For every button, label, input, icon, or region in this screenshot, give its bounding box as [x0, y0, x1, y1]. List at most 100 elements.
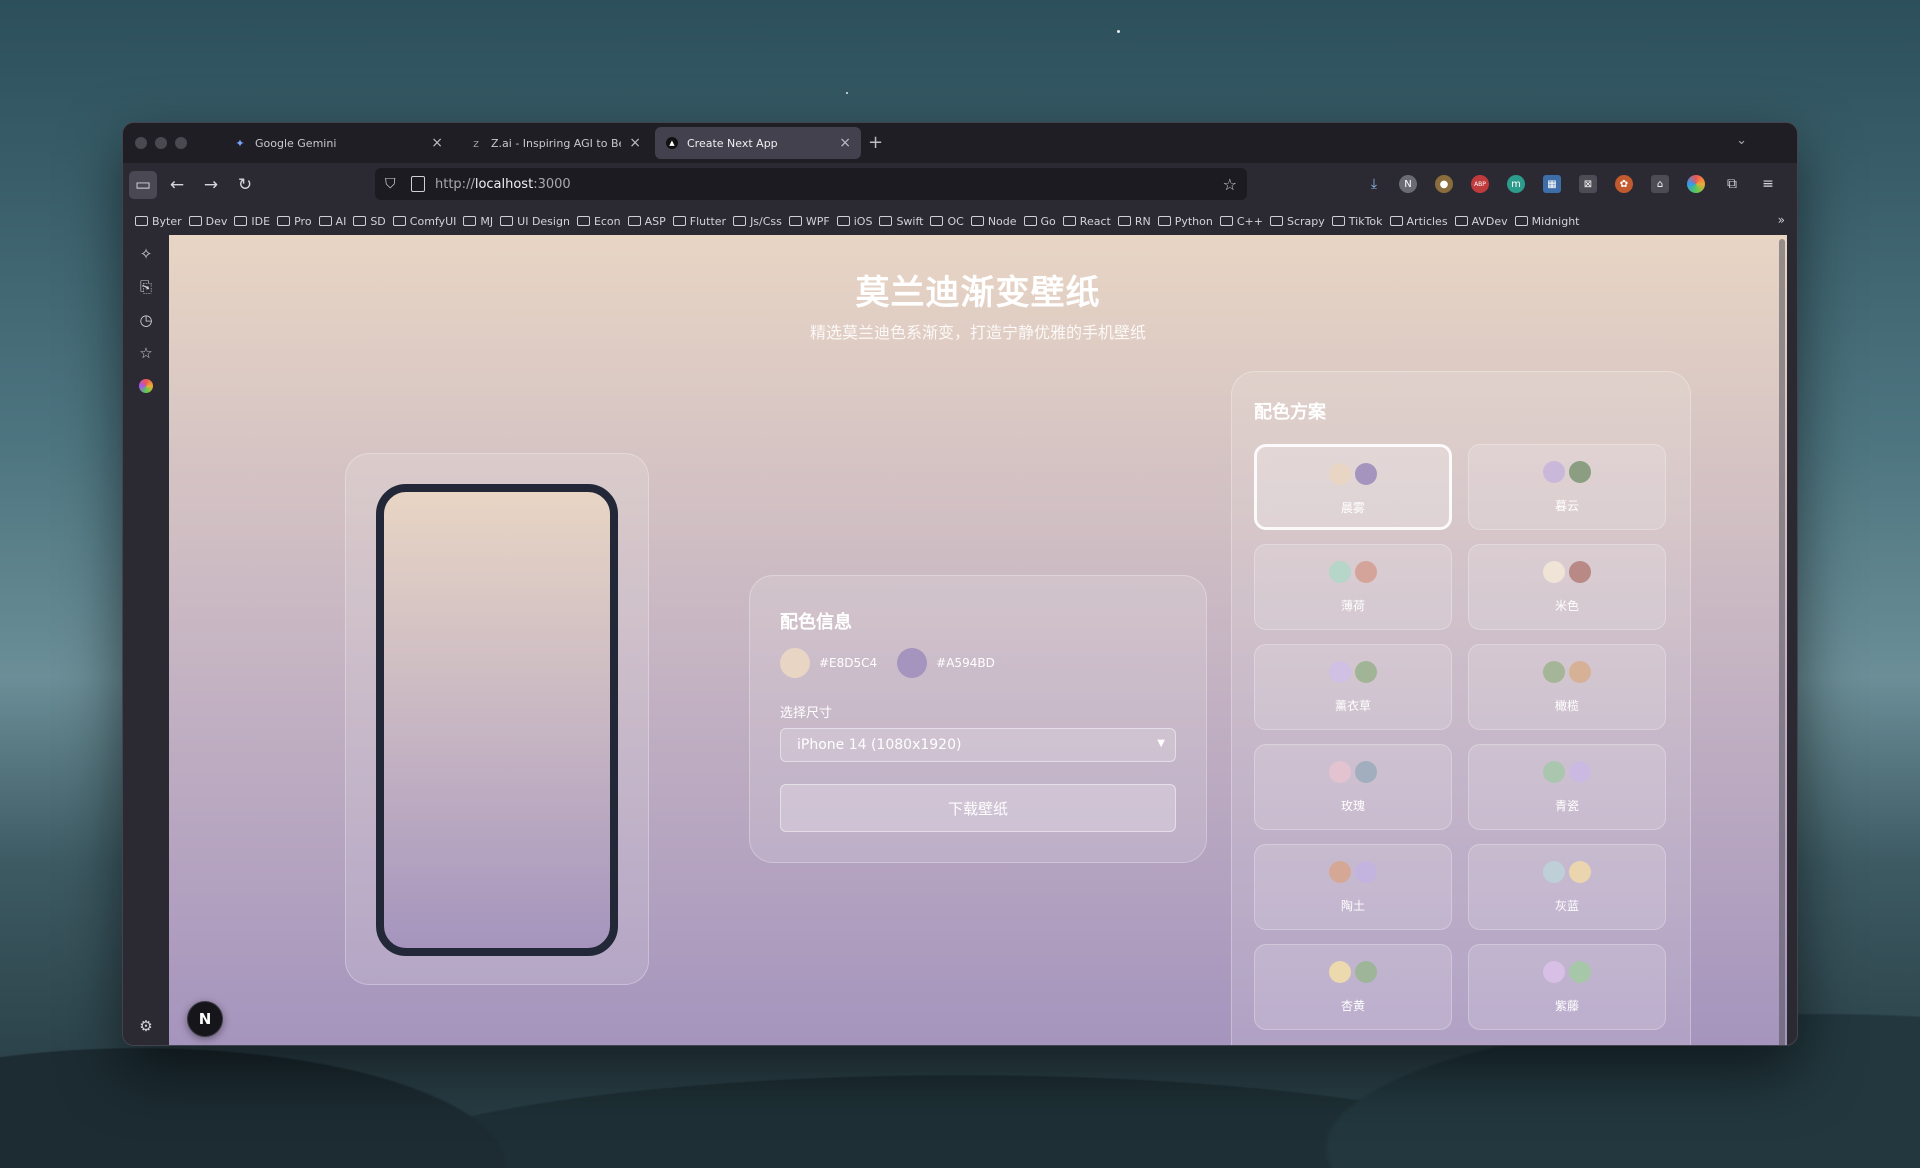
bookmark-folder[interactable]: OC	[930, 215, 964, 228]
bookmark-folder[interactable]: Swift	[879, 215, 923, 228]
bookmark-folder[interactable]: Node	[970, 215, 1017, 228]
scheme-color-dot	[1355, 561, 1377, 583]
scheme-card[interactable]: 米色	[1468, 544, 1666, 630]
scheme-card[interactable]: 晨雾	[1254, 444, 1452, 530]
ai-chatbot-sparkle-icon[interactable]: ✧	[135, 243, 157, 265]
maximize-window-button[interactable]	[175, 137, 187, 149]
download-wallpaper-button[interactable]: 下载壁纸	[780, 784, 1176, 832]
bookmarks-toolbar: Byter Dev IDE Pro AI SD ComfyUI MJ UI De…	[123, 207, 1797, 235]
bookmark-folder[interactable]: React	[1062, 215, 1111, 228]
bookmark-folder[interactable]: WPF	[788, 215, 830, 228]
chevron-down-icon: ▼	[1157, 738, 1165, 749]
sidebar-toggle-icon[interactable]: ▭	[129, 171, 157, 199]
bookmark-folder[interactable]: UI Design	[500, 215, 570, 228]
bookmark-folder[interactable]: AI	[318, 215, 346, 228]
notion-icon[interactable]: N	[1399, 175, 1417, 193]
scheme-card[interactable]: 暮云	[1468, 444, 1666, 530]
bookmark-folder[interactable]: AVDev	[1454, 215, 1508, 228]
bookmark-folder[interactable]: Pro	[277, 215, 312, 228]
close-tab-icon[interactable]: ×	[431, 135, 443, 151]
extension-icon[interactable]: ✿	[1615, 175, 1633, 193]
folder-icon	[672, 216, 686, 226]
bookmark-folder[interactable]: Python	[1157, 215, 1213, 228]
adblock-icon[interactable]: ABP	[1471, 175, 1489, 193]
scheme-card[interactable]: 杏黄	[1254, 944, 1452, 1030]
bookmark-folder[interactable]: Go	[1023, 215, 1056, 228]
page-info-icon[interactable]	[411, 176, 425, 192]
scheme-card[interactable]: 灰蓝	[1468, 844, 1666, 930]
address-bar[interactable]: ⛉ http://localhost:3000 ☆	[375, 168, 1247, 200]
nextjs-dev-tools-badge[interactable]: N	[187, 1001, 223, 1037]
folder-icon	[463, 216, 477, 226]
bookmark-folder[interactable]: ComfyUI	[392, 215, 456, 228]
extension-sidebar-icon[interactable]	[135, 375, 157, 397]
close-window-button[interactable]	[135, 137, 147, 149]
tracking-protection-shield-icon[interactable]: ⛉	[385, 176, 401, 192]
bookmark-folder[interactable]: MJ	[463, 215, 493, 228]
bookmark-folder[interactable]: Dev	[188, 215, 227, 228]
forward-button[interactable]: →	[197, 171, 225, 199]
reload-button[interactable]: ↻	[231, 171, 259, 199]
bookmark-folder[interactable]: ASP	[627, 215, 666, 228]
close-tab-icon[interactable]: ×	[839, 135, 851, 151]
scheme-card[interactable]: 青瓷	[1468, 744, 1666, 830]
extension-icon[interactable]	[1687, 175, 1705, 193]
bookmark-folder[interactable]: Scrapy	[1269, 215, 1325, 228]
folder-icon	[1269, 216, 1283, 226]
bookmark-folder[interactable]: IDE	[234, 215, 270, 228]
scheme-color-dot	[1543, 461, 1565, 483]
bookmark-folder[interactable]: Js/Css	[733, 215, 782, 228]
bookmark-folder[interactable]: iOS	[836, 215, 872, 228]
bookmark-star-icon[interactable]: ☆	[1223, 175, 1237, 194]
minimize-window-button[interactable]	[155, 137, 167, 149]
scheme-color-dot	[1569, 861, 1591, 883]
bookmark-folder[interactable]: Articles	[1389, 215, 1448, 228]
menu-icon[interactable]: ≡	[1759, 175, 1777, 193]
bookmark-folder[interactable]: Econ	[576, 215, 621, 228]
scheme-card[interactable]: 薰衣草	[1254, 644, 1452, 730]
close-tab-icon[interactable]: ×	[629, 135, 641, 151]
wallpaper-star	[1117, 30, 1120, 33]
extension-icon[interactable]: ⊠	[1579, 175, 1597, 193]
folder-icon	[277, 216, 291, 226]
extension-icon[interactable]: ●	[1435, 175, 1453, 193]
list-all-tabs-icon[interactable]: ⌄	[1736, 133, 1747, 148]
new-tab-button[interactable]: +	[868, 132, 883, 153]
scheme-color-dot	[1569, 461, 1591, 483]
scheme-color-dot	[1569, 661, 1591, 683]
bookmark-folder[interactable]: Midnight	[1514, 215, 1579, 228]
scheme-card[interactable]: 薄荷	[1254, 544, 1452, 630]
scheme-card[interactable]: 紫藤	[1468, 944, 1666, 1030]
more-bookmarks-chevron-icon[interactable]: »	[1778, 213, 1785, 227]
size-select[interactable]: iPhone 14 (1080x1920) ▼	[780, 728, 1176, 762]
extension-icon[interactable]: ▦	[1543, 175, 1561, 193]
extensions-puzzle-icon[interactable]: ⧉	[1723, 175, 1741, 193]
bookmark-folder[interactable]: Flutter	[672, 215, 726, 228]
scheme-card[interactable]: 陶土	[1254, 844, 1452, 930]
extension-icon[interactable]: m	[1507, 175, 1525, 193]
navigation-toolbar: ▭ ← → ↻ ⛉ http://localhost:3000 ☆ ⤓ N ● …	[123, 163, 1797, 207]
tab-create-next-app[interactable]: ▲ Create Next App ×	[655, 127, 861, 159]
bookmark-folder[interactable]: TikTok	[1331, 215, 1383, 228]
url-text[interactable]: http://localhost:3000	[435, 177, 571, 192]
page-scrollbar[interactable]	[1779, 239, 1785, 1045]
extension-icon[interactable]: ⌂	[1651, 175, 1669, 193]
folder-icon	[576, 216, 590, 226]
back-button[interactable]: ←	[163, 171, 191, 199]
bookmark-folder[interactable]: Byter	[135, 215, 182, 228]
scheme-card[interactable]: 橄榄	[1468, 644, 1666, 730]
tab-zai[interactable]: z Z.ai - Inspiring AGI to Benefit Hu ×	[459, 127, 651, 159]
sidebar-settings-gear-icon[interactable]: ⚙	[135, 1015, 157, 1037]
tab-google-gemini[interactable]: ✦ Google Gemini ×	[223, 127, 453, 159]
synced-tabs-icon[interactable]: ⎘	[135, 276, 157, 298]
bookmark-folder[interactable]: C++	[1219, 215, 1263, 228]
window-controls[interactable]	[135, 137, 215, 149]
bookmark-folder[interactable]: SD	[353, 215, 386, 228]
download-icon[interactable]: ⤓	[1365, 175, 1383, 193]
scheme-card[interactable]: 玫瑰	[1254, 744, 1452, 830]
scheme-color-dot	[1329, 561, 1351, 583]
tab-bar: ✦ Google Gemini × z Z.ai - Inspiring AGI…	[123, 123, 1797, 163]
bookmark-folder[interactable]: RN	[1117, 215, 1151, 228]
bookmarks-star-icon[interactable]: ☆	[135, 342, 157, 364]
history-clock-icon[interactable]: ◷	[135, 309, 157, 331]
